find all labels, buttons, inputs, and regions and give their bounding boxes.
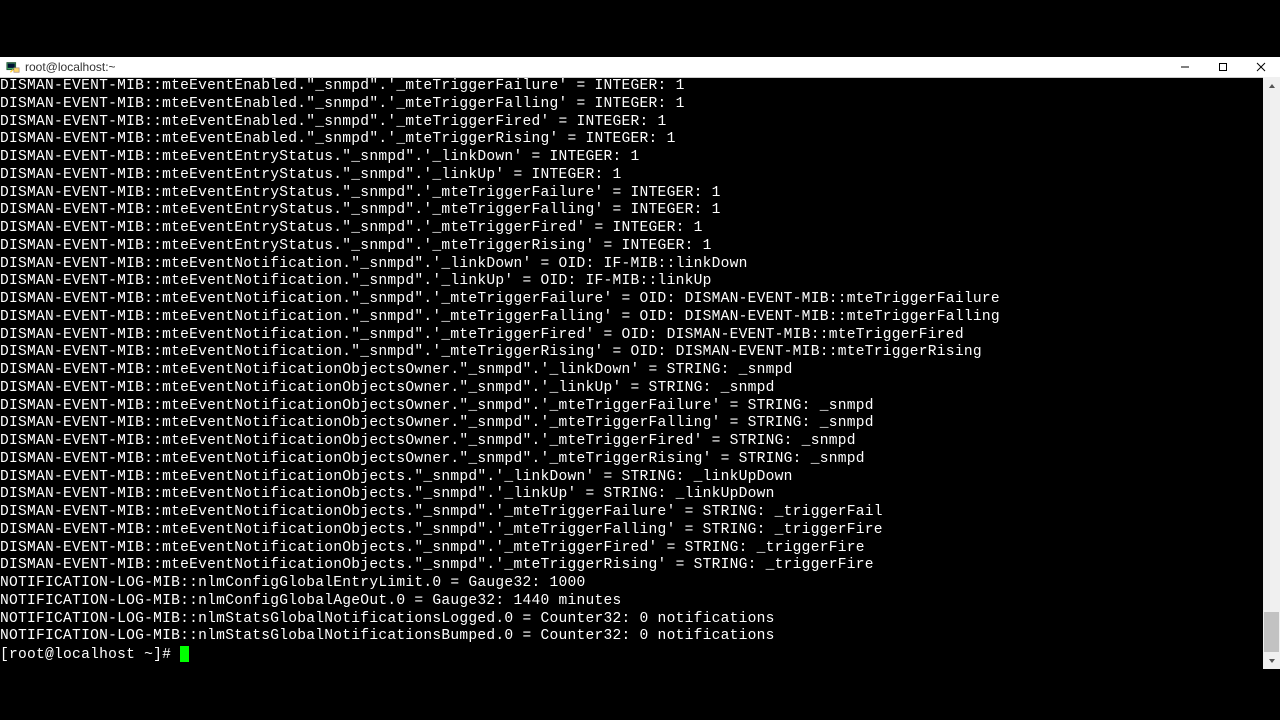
scrollbar[interactable]: [1263, 77, 1280, 669]
maximize-button[interactable]: [1204, 57, 1242, 77]
minimize-button[interactable]: [1166, 57, 1204, 77]
terminal-line: DISMAN-EVENT-MIB::mteEventNotification."…: [0, 344, 1280, 362]
terminal-line: DISMAN-EVENT-MIB::mteEventNotificationOb…: [0, 433, 1280, 451]
terminal-line: DISMAN-EVENT-MIB::mteEventNotificationOb…: [0, 415, 1280, 433]
prompt-line[interactable]: [root@localhost ~]#: [0, 646, 1280, 665]
terminal-line: DISMAN-EVENT-MIB::mteEventEntryStatus."_…: [0, 202, 1280, 220]
terminal-line: DISMAN-EVENT-MIB::mteEventEnabled."_snmp…: [0, 114, 1280, 132]
terminal-line: DISMAN-EVENT-MIB::mteEventNotificationOb…: [0, 380, 1280, 398]
window-titlebar[interactable]: root@localhost:~: [0, 57, 1280, 78]
window-controls: [1166, 57, 1280, 77]
putty-icon: [5, 59, 21, 75]
terminal-line: DISMAN-EVENT-MIB::mteEventNotificationOb…: [0, 398, 1280, 416]
terminal-line: DISMAN-EVENT-MIB::mteEventEntryStatus."_…: [0, 167, 1280, 185]
terminal-line: DISMAN-EVENT-MIB::mteEventEnabled."_snmp…: [0, 131, 1280, 149]
terminal-line: DISMAN-EVENT-MIB::mteEventEntryStatus."_…: [0, 185, 1280, 203]
terminal-line: DISMAN-EVENT-MIB::mteEventNotificationOb…: [0, 469, 1280, 487]
terminal-line: NOTIFICATION-LOG-MIB::nlmStatsGlobalNoti…: [0, 628, 1280, 646]
terminal-line: DISMAN-EVENT-MIB::mteEventNotificationOb…: [0, 362, 1280, 380]
scroll-thumb[interactable]: [1264, 612, 1279, 652]
close-button[interactable]: [1242, 57, 1280, 77]
terminal-line: NOTIFICATION-LOG-MIB::nlmStatsGlobalNoti…: [0, 611, 1280, 629]
terminal-line: DISMAN-EVENT-MIB::mteEventEntryStatus."_…: [0, 149, 1280, 167]
terminal-window: root@localhost:~ DISMAN-EVENT-MIB::mteEv…: [0, 57, 1280, 669]
terminal-line: DISMAN-EVENT-MIB::mteEventNotification."…: [0, 327, 1280, 345]
scroll-up-arrow-icon[interactable]: [1263, 77, 1280, 94]
cursor: [180, 646, 189, 662]
scroll-down-arrow-icon[interactable]: [1263, 652, 1280, 669]
terminal-line: DISMAN-EVENT-MIB::mteEventNotificationOb…: [0, 504, 1280, 522]
terminal-line: NOTIFICATION-LOG-MIB::nlmConfigGlobalEnt…: [0, 575, 1280, 593]
terminal-line: DISMAN-EVENT-MIB::mteEventEntryStatus."_…: [0, 238, 1280, 256]
terminal-line: DISMAN-EVENT-MIB::mteEventEnabled."_snmp…: [0, 78, 1280, 96]
terminal-line: DISMAN-EVENT-MIB::mteEventNotification."…: [0, 309, 1280, 327]
terminal-line: DISMAN-EVENT-MIB::mteEventNotification."…: [0, 291, 1280, 309]
terminal-output[interactable]: DISMAN-EVENT-MIB::mteEventEnabled."_snmp…: [0, 78, 1280, 669]
terminal-line: DISMAN-EVENT-MIB::mteEventEnabled."_snmp…: [0, 96, 1280, 114]
window-title: root@localhost:~: [25, 60, 116, 74]
prompt-text: [root@localhost ~]#: [0, 647, 180, 663]
scroll-track[interactable]: [1263, 94, 1280, 652]
terminal-line: DISMAN-EVENT-MIB::mteEventNotificationOb…: [0, 451, 1280, 469]
terminal-line: DISMAN-EVENT-MIB::mteEventNotification."…: [0, 273, 1280, 291]
terminal-line: DISMAN-EVENT-MIB::mteEventNotification."…: [0, 256, 1280, 274]
terminal-line: DISMAN-EVENT-MIB::mteEventEntryStatus."_…: [0, 220, 1280, 238]
terminal-line: NOTIFICATION-LOG-MIB::nlmConfigGlobalAge…: [0, 593, 1280, 611]
terminal-line: DISMAN-EVENT-MIB::mteEventNotificationOb…: [0, 486, 1280, 504]
terminal-line: DISMAN-EVENT-MIB::mteEventNotificationOb…: [0, 557, 1280, 575]
terminal-line: DISMAN-EVENT-MIB::mteEventNotificationOb…: [0, 522, 1280, 540]
terminal-line: DISMAN-EVENT-MIB::mteEventNotificationOb…: [0, 540, 1280, 558]
